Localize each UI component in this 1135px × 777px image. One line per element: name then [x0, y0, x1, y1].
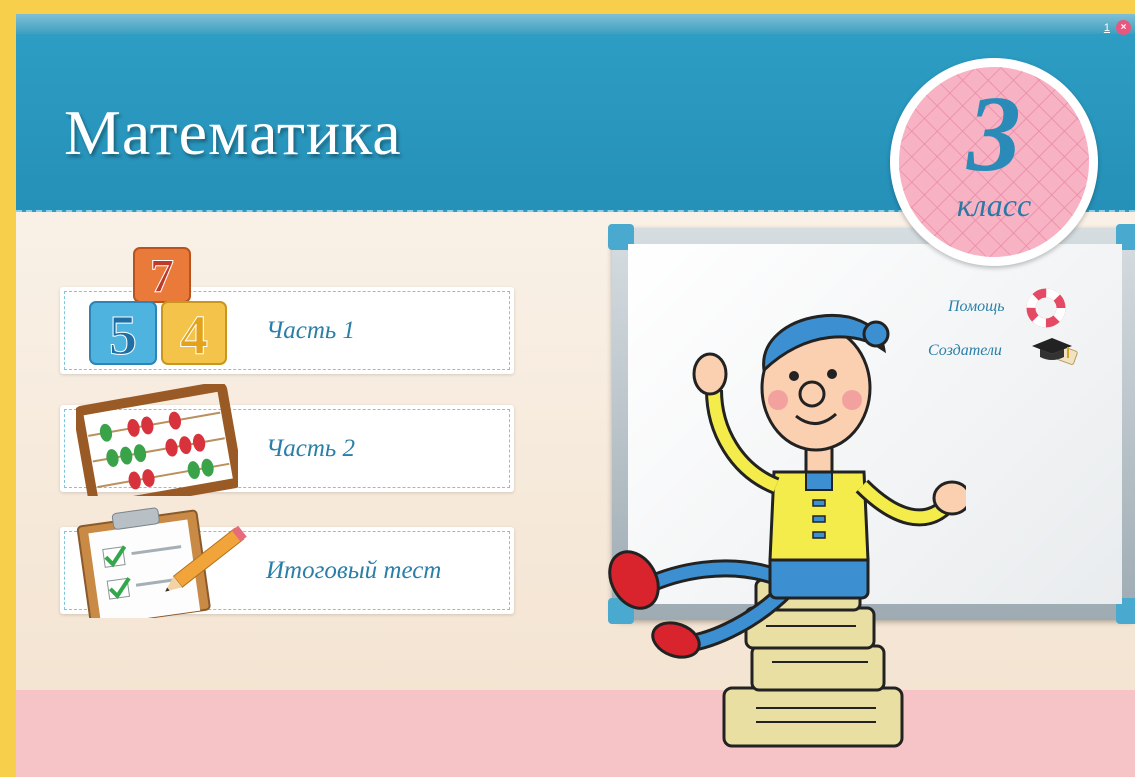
lifebuoy-icon[interactable] [1026, 288, 1066, 328]
clipboard-test-icon [76, 507, 247, 618]
svg-text:4: 4 [180, 305, 208, 367]
grade-badge-inner: 3 класс [899, 67, 1089, 257]
window-frame: Математика 1 × Часть 1 7 5 4 Часть 2 Ито… [0, 0, 1135, 777]
svg-text:5: 5 [109, 305, 137, 367]
menu-item-label: Итоговый тест [266, 557, 442, 584]
student-mascot-illustration [608, 313, 966, 748]
graduation-cap-icon[interactable] [1028, 334, 1082, 368]
grade-number: 3 [967, 75, 1021, 194]
menu-item-label: Часть 2 [266, 435, 356, 462]
top-strip [16, 14, 1135, 34]
number-blocks-icon: 7 5 4 [89, 247, 227, 368]
footer-band [16, 690, 1135, 777]
abacus-icon [76, 384, 238, 496]
menu-item-label: Часть 1 [266, 317, 356, 344]
svg-text:7: 7 [150, 250, 174, 303]
page-title: Математика [64, 97, 402, 168]
minimize-button[interactable]: 1 [1104, 22, 1110, 34]
window-controls: 1 × [1104, 20, 1131, 35]
grade-word: класс [956, 187, 1032, 223]
app-window: Математика 1 × Часть 1 7 5 4 Часть 2 Ито… [16, 14, 1135, 777]
close-button[interactable]: × [1116, 20, 1131, 35]
grade-badge: 3 класс [890, 58, 1098, 266]
